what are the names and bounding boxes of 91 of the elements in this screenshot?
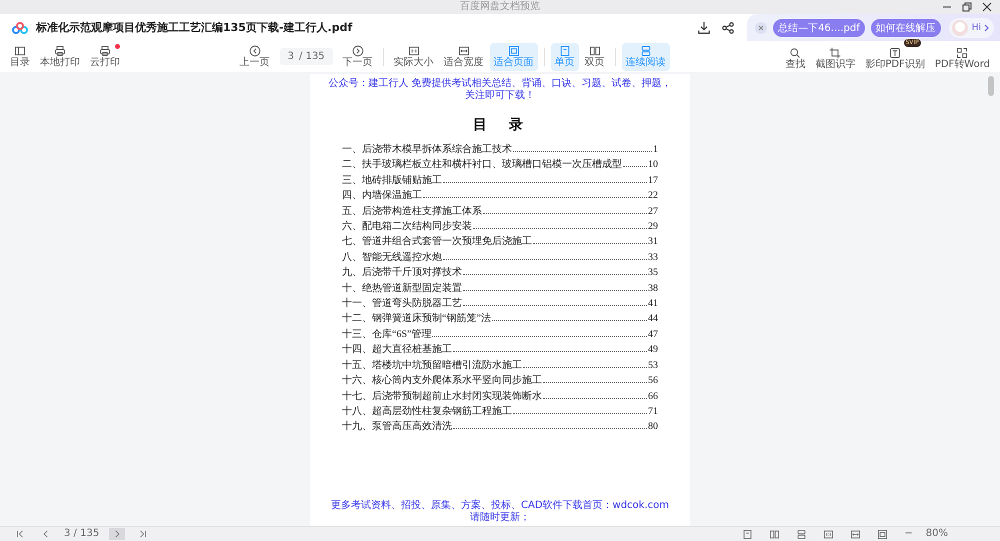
toc-page-number: 27 [648, 204, 658, 219]
single-page-icon [558, 44, 571, 56]
toc-page-number: 10 [648, 158, 658, 172]
toc-entry-title: 十八、超高层劲性柱复杂钢筋工程施工 [342, 404, 512, 419]
toc-page-number: 31 [648, 235, 658, 250]
actual-size-icon [823, 528, 834, 540]
crop-icon [829, 46, 842, 58]
toc-entry-title: 十六、核心筒内支外爬体系水平竖向同步施工 [342, 374, 542, 388]
header-note: 公众号：建工行人 免费提供考试相关总结、背诵、口诀、习题、试卷、押题，关注即可下载！ [328, 78, 672, 102]
double-page-icon [769, 528, 780, 540]
convert-icon [956, 46, 968, 58]
toc-entry-title: 十九、泵管高压高效清洗 [342, 420, 452, 434]
continuous-pages-icon [640, 44, 652, 56]
toc-page-number: 71 [648, 404, 658, 419]
fit-page-icon [508, 44, 520, 56]
scrollbar-thumb[interactable] [988, 76, 994, 96]
circle-right-icon [352, 44, 364, 56]
zoom-out-button[interactable]: − [901, 527, 916, 541]
toc-page-number: 17 [648, 174, 658, 188]
toc-entry-title: 十五、塔楼坑中坑预留暗槽引流防水施工 [342, 358, 522, 373]
single-page-icon [742, 528, 754, 540]
toc-entry-title: 十七、后浇带预制超前止水封闭实现装饰断水 [342, 390, 542, 404]
toc-entry-title: 五、后浇带构造柱支撑施工体系 [342, 204, 482, 219]
toc-entry-title: 一、后浇带木模早拆体系综合施工技术 [342, 142, 512, 157]
toc-page-number: 35 [648, 266, 658, 280]
toc-page-number: 1 [653, 143, 658, 157]
toc-entry-title: 十、绝热管道新型固定装置 [342, 282, 462, 296]
toc-page-number: 41 [648, 297, 658, 312]
toc-entry-title: 八、智能无线遥控水炮 [342, 250, 442, 265]
toolbar-button[interactable]: 目录 [6, 42, 34, 70]
toc-entry-title: 四、内墙保温施工 [342, 188, 422, 204]
toolbar-button[interactable]: 截图识字 [811, 40, 860, 72]
first-page-icon [15, 529, 25, 539]
avatar-icon [950, 18, 969, 36]
window-title: 百度网盘文档预览 [460, 1, 540, 13]
printer-icon [54, 44, 66, 56]
toolbar-button[interactable]: 云打印 [86, 42, 124, 70]
toc-entry-title: 九、后浇带千斤顶对撑技术 [342, 266, 462, 280]
toc-entry-title: 十四、超大直径桩基施工 [342, 342, 452, 358]
share-icon[interactable] [721, 20, 736, 34]
chevron-right-icon [984, 24, 989, 32]
toc-entry-title: 六、配电箱二次结构同步安装 [342, 220, 472, 234]
previous-page-button[interactable]: 上一页 [236, 42, 274, 70]
toc-page-number: 38 [648, 282, 658, 296]
close-icon[interactable] [982, 2, 992, 12]
fit-page-icon [877, 528, 888, 540]
page-number-field[interactable]: 3 / 135 [280, 48, 333, 65]
search-icon [789, 46, 802, 58]
actual-size-icon [408, 44, 420, 56]
file-name: 标准化示范观摩项目优秀施工工艺汇编135页下载-建工行人.pdf [36, 20, 352, 35]
sidebar-panel-icon [14, 44, 26, 56]
toc-page-number: 80 [648, 420, 658, 434]
toc-page-number: 66 [648, 390, 658, 404]
page-indicator: 3 / 135 [64, 528, 100, 540]
fit-width-icon [458, 44, 470, 56]
toc-page-number: 53 [648, 358, 658, 373]
toc-page-number: 44 [648, 312, 658, 326]
fit-width-icon [850, 528, 862, 540]
footer-note: 更多考试资料、招投、原集、方案、投标、CAD软件下载首页：wdcok.com 请随时更新； [330, 500, 670, 524]
toolbar-button[interactable]: 本地打印 [36, 42, 84, 70]
toc-entry-title: 三、地砖排版铺贴施工 [342, 174, 442, 188]
toc-page-number: 29 [648, 220, 658, 234]
view-mode-button[interactable]: 实际大小 [390, 42, 438, 70]
toc-page-number: 33 [648, 250, 658, 265]
page-nav-button[interactable] [109, 528, 126, 540]
toc-entry-title: 二、扶手玻璃栏板立柱和横杆衬口、玻璃槽口铝模一次压槽成型 [342, 158, 622, 172]
scan-icon [889, 46, 902, 58]
view-mode-button[interactable]: 适合宽度 [440, 42, 488, 70]
continuous-pages-icon [796, 528, 808, 540]
download-icon[interactable] [697, 20, 712, 34]
toc-page-number: 49 [648, 343, 658, 358]
toc-page-number: 22 [648, 189, 658, 204]
toc-title: 目 录 [473, 116, 527, 134]
toc-entry-title: 十三、仓库“6S”管理 [342, 328, 432, 342]
printer-icon [99, 44, 111, 56]
toolbar-button[interactable]: 查找 [781, 40, 810, 72]
toc-entry-title: 十二、钢弹簧道床预制“钢筋笼”法 [342, 312, 491, 326]
view-mode-button[interactable]: 双页 [580, 42, 609, 70]
toolbar-button[interactable]: PDF转Word [930, 40, 994, 72]
cloud-logo-icon [12, 22, 28, 34]
toc-page-number: 47 [648, 328, 658, 342]
zoom-level: 80% [926, 528, 948, 540]
toc-page-number: 56 [648, 374, 658, 388]
assistant-button[interactable]: Hi [948, 18, 994, 38]
toc-entry-title: 十一、管道弯头防脱器工艺 [342, 296, 462, 312]
next-page-button[interactable]: 下一页 [338, 42, 377, 70]
last-page-icon [138, 529, 148, 539]
double-page-icon [588, 44, 601, 56]
circle-left-icon [248, 44, 261, 56]
toc-entry-title: 七、管道井组合式套管一次预埋免后浇施工 [342, 234, 532, 250]
restore-icon[interactable] [962, 2, 972, 12]
